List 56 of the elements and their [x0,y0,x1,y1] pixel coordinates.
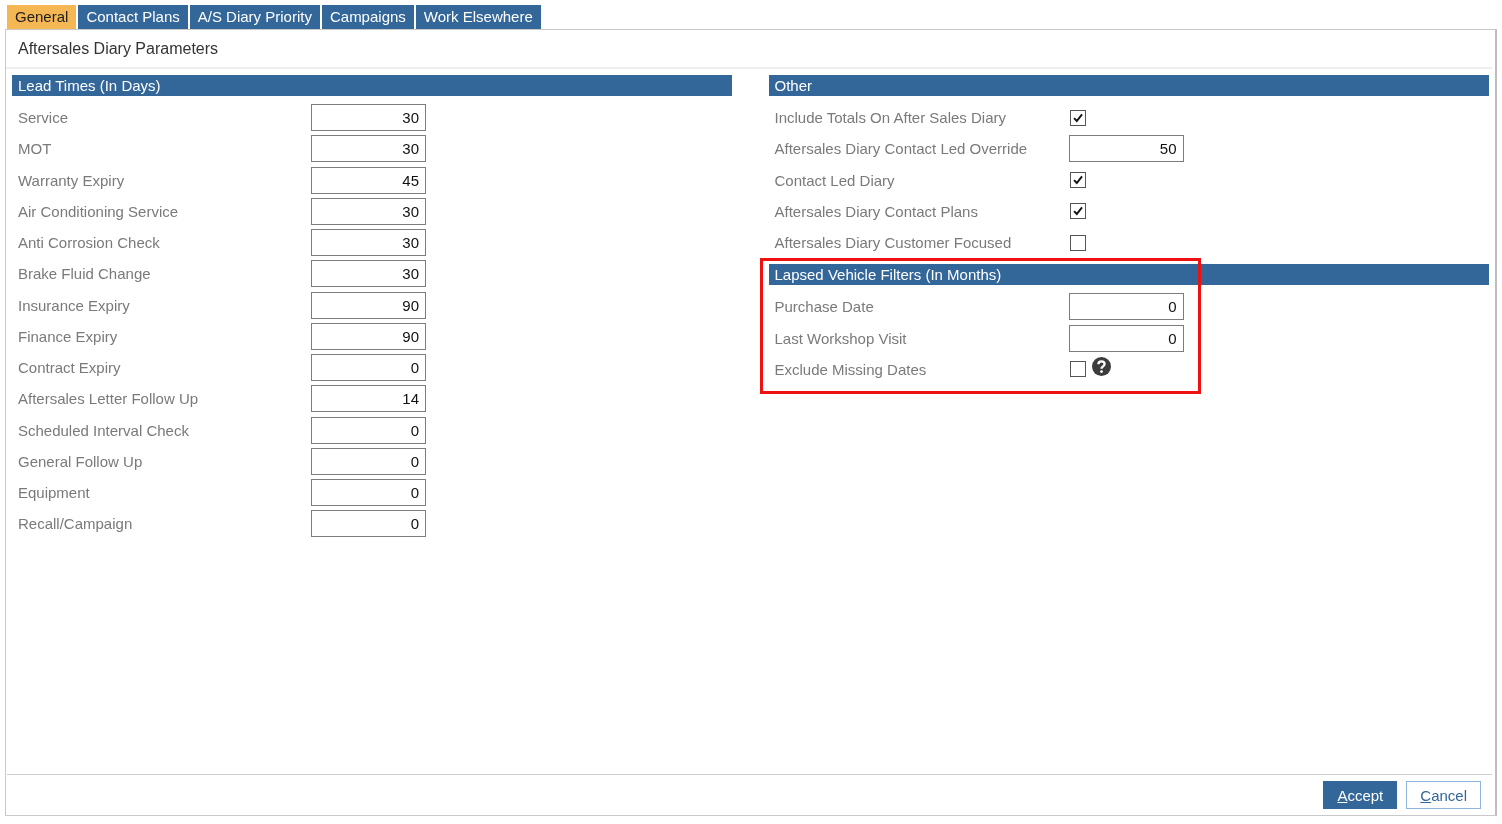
field-label: Include Totals On After Sales Diary [773,109,1007,127]
field-label: Contract Expiry [17,359,122,377]
field-label: Last Workshop Visit [773,329,908,347]
number-field[interactable]: 30 [311,104,426,132]
number-field[interactable]: 0 [311,510,426,538]
number-field[interactable]: 14 [311,385,426,413]
number-field[interactable]: 0 [1068,324,1184,352]
page-title: Aftersales Diary Parameters [6,30,1492,69]
tab[interactable]: General [7,5,77,29]
field-label: Scheduled Interval Check [17,421,190,439]
checkbox[interactable] [1069,109,1086,126]
field-label: Recall/Campaign [17,515,134,533]
help-icon[interactable] [1091,356,1111,376]
number-field[interactable]: 50 [1068,135,1184,163]
field-label: MOT [17,140,53,158]
number-field[interactable]: 0 [311,447,426,475]
tab[interactable]: A/S Diary Priority [189,5,320,29]
checkbox[interactable] [1069,203,1086,220]
number-field[interactable]: 30 [311,135,426,163]
field-label: Finance Expiry [17,327,119,345]
field-label: Aftersales Diary Contact Led Override [773,140,1029,158]
accept-button[interactable]: Accept [1323,781,1398,809]
field-label: Exclude Missing Dates [773,360,928,378]
number-field[interactable]: 45 [311,166,426,194]
cancel-button[interactable]: Cancel [1406,781,1481,809]
number-field[interactable]: 0 [311,354,426,382]
number-field[interactable]: 30 [311,197,426,225]
section-header: Other [768,75,1489,96]
checkbox[interactable] [1069,234,1086,251]
number-field[interactable]: 0 [1068,293,1184,321]
field-label: Contact Led Diary [773,171,896,189]
field-label: Equipment [17,484,91,502]
checkbox[interactable] [1069,172,1086,189]
field-label: Air Conditioning Service [17,202,180,220]
field-label: Anti Corrosion Check [17,234,161,252]
field-label: Aftersales Letter Follow Up [17,390,200,408]
field-label: Service [17,109,70,127]
field-label: Warranty Expiry [17,171,126,189]
number-field[interactable]: 30 [311,260,426,288]
section-header: Lead Times (In Days) [12,75,732,96]
number-field[interactable]: 30 [311,229,426,257]
section-header: Lapsed Vehicle Filters (In Months) [768,264,1489,286]
tab[interactable]: Work Elsewhere [415,5,541,29]
number-field[interactable]: 0 [311,479,426,507]
number-field[interactable]: 0 [311,416,426,444]
field-label: General Follow Up [17,452,144,470]
number-field[interactable]: 90 [311,291,426,319]
tab[interactable]: Campaigns [321,5,414,29]
number-field[interactable]: 90 [311,322,426,350]
checkbox[interactable] [1069,361,1086,378]
field-label: Aftersales Diary Customer Focused [773,234,1013,252]
tab[interactable]: Contact Plans [78,5,188,29]
field-label: Brake Fluid Change [17,265,152,283]
field-label: Aftersales Diary Contact Plans [773,202,979,220]
field-label: Purchase Date [773,298,875,316]
field-label: Insurance Expiry [17,296,131,314]
